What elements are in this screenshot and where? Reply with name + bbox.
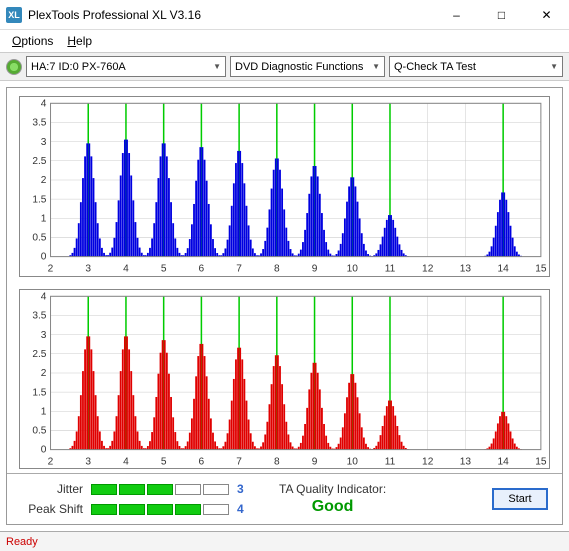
svg-text:4: 4 [41, 98, 47, 109]
ta-value: Good [279, 498, 386, 516]
svg-text:2: 2 [48, 263, 54, 274]
menu-help[interactable]: Help [61, 32, 98, 50]
svg-text:1.5: 1.5 [32, 387, 46, 398]
svg-text:3: 3 [41, 329, 47, 340]
svg-text:5: 5 [161, 456, 167, 467]
function-select-value: DVD Diagnostic Functions [235, 61, 363, 73]
svg-text:4: 4 [41, 291, 47, 302]
minimize-button[interactable]: – [434, 0, 479, 30]
jitter-label: Jitter [21, 482, 83, 496]
svg-text:3: 3 [41, 137, 47, 148]
segment [203, 484, 229, 495]
svg-text:14: 14 [497, 456, 509, 467]
svg-text:3.5: 3.5 [32, 117, 46, 128]
svg-text:14: 14 [497, 263, 509, 274]
peakshift-value: 4 [237, 502, 251, 516]
chart-upper: 0 0.5 1 1.5 2 2.5 3 3.5 4 2 3 4 5 6 7 8 9 10 11 12 13 14 15 [19, 96, 550, 277]
svg-text:11: 11 [385, 456, 396, 467]
svg-text:13: 13 [460, 263, 472, 274]
chart-area: 00.511.522.533.5423456789101112131415 00… [6, 87, 563, 525]
svg-text:2: 2 [41, 175, 47, 186]
svg-text:11: 11 [385, 263, 396, 274]
drive-select-value: HA:7 ID:0 PX-760A [31, 61, 126, 73]
svg-text:1: 1 [41, 213, 47, 224]
svg-text:2: 2 [41, 367, 47, 378]
segment [119, 484, 145, 495]
jitter-row: Jitter 3 [21, 482, 251, 496]
svg-text:12: 12 [422, 263, 434, 274]
start-button[interactable]: Start [492, 488, 548, 510]
svg-text:10: 10 [347, 456, 359, 467]
svg-text:3: 3 [85, 263, 91, 274]
maximize-button[interactable]: □ [479, 0, 524, 30]
svg-text:1.5: 1.5 [32, 194, 46, 205]
window-title: PlexTools Professional XL V3.16 [28, 8, 434, 22]
svg-text:4: 4 [123, 263, 129, 274]
svg-text:5: 5 [161, 263, 167, 274]
svg-text:4: 4 [123, 456, 129, 467]
svg-text:0: 0 [41, 252, 47, 263]
svg-text:8: 8 [274, 263, 280, 274]
svg-text:7: 7 [236, 456, 242, 467]
chevron-down-icon: ▼ [544, 62, 558, 71]
segment [147, 504, 173, 515]
test-select-value: Q-Check TA Test [394, 61, 476, 73]
svg-text:2.5: 2.5 [32, 156, 46, 167]
titlebar: XL PlexTools Professional XL V3.16 – □ ✕ [0, 0, 569, 30]
svg-text:7: 7 [236, 263, 242, 274]
svg-text:0.5: 0.5 [32, 425, 46, 436]
chart-lower: 0 0.5 1 1.5 2 2.5 3 3.5 4 2 3 4 5 6 7 8 9 10 11 12 13 14 15 [19, 289, 550, 470]
segment [91, 484, 117, 495]
ta-label: TA Quality Indicator: [279, 482, 386, 496]
drive-icon [6, 59, 22, 75]
svg-text:6: 6 [199, 263, 205, 274]
svg-text:3: 3 [85, 456, 91, 467]
chevron-down-icon: ▼ [366, 62, 380, 71]
svg-text:8: 8 [274, 456, 280, 467]
segment [175, 504, 201, 515]
svg-text:12: 12 [422, 456, 434, 467]
chevron-down-icon: ▼ [207, 62, 221, 71]
metrics-panel: Jitter 3 Peak Shift 4 TA Quality Indicat… [7, 473, 562, 524]
close-button[interactable]: ✕ [524, 0, 569, 30]
function-select[interactable]: DVD Diagnostic Functions ▼ [230, 56, 385, 77]
segment [203, 504, 229, 515]
svg-text:2: 2 [48, 456, 54, 467]
menu-options[interactable]: Options [6, 32, 59, 50]
segment [175, 484, 201, 495]
svg-text:0.5: 0.5 [32, 232, 46, 243]
jitter-value: 3 [237, 482, 251, 496]
menubar: Options Help [0, 30, 569, 52]
svg-text:1: 1 [41, 406, 47, 417]
peakshift-row: Peak Shift 4 [21, 502, 251, 516]
svg-text:9: 9 [312, 456, 318, 467]
drive-select[interactable]: HA:7 ID:0 PX-760A ▼ [26, 56, 226, 77]
app-logo-icon: XL [6, 7, 22, 23]
svg-text:0: 0 [41, 444, 47, 455]
svg-text:15: 15 [535, 263, 547, 274]
svg-text:10: 10 [347, 263, 359, 274]
svg-text:3.5: 3.5 [32, 310, 46, 321]
toolbar: HA:7 ID:0 PX-760A ▼ DVD Diagnostic Funct… [0, 52, 569, 81]
svg-text:13: 13 [460, 456, 472, 467]
jitter-bar [91, 484, 229, 495]
status-text: Ready [6, 536, 38, 548]
svg-text:9: 9 [312, 263, 318, 274]
segment [147, 484, 173, 495]
peakshift-bar [91, 504, 229, 515]
svg-text:15: 15 [535, 456, 547, 467]
statusbar: Ready [0, 531, 569, 551]
ta-indicator: TA Quality Indicator: Good [279, 482, 386, 516]
svg-text:6: 6 [199, 456, 205, 467]
svg-text:2.5: 2.5 [32, 348, 46, 359]
test-select[interactable]: Q-Check TA Test ▼ [389, 56, 563, 77]
segment [119, 504, 145, 515]
peakshift-label: Peak Shift [21, 502, 83, 516]
segment [91, 504, 117, 515]
